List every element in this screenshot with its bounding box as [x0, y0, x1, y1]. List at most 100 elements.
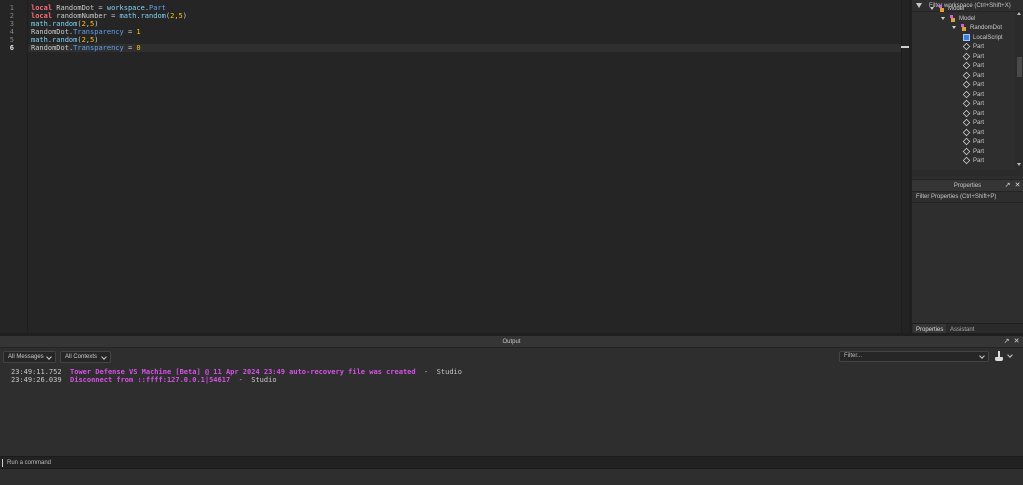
tree-item[interactable]: Part	[962, 99, 985, 109]
tree-item-label: Part	[973, 120, 985, 127]
tree-item[interactable]: LocalScript	[963, 33, 1003, 43]
tree-item-label: Part	[973, 91, 985, 98]
tree-item-label: Part	[973, 53, 985, 60]
expand-caret-icon[interactable]	[952, 26, 956, 29]
tree-item[interactable]: Model	[930, 5, 964, 14]
tree-item[interactable]: Part	[962, 156, 984, 166]
code-area[interactable]: local RandomDot = workspace.Part local ra…	[28, 4, 903, 52]
tree-item-label: Part	[973, 63, 985, 70]
tree-item[interactable]: Part	[962, 80, 984, 90]
tree-item[interactable]: Part	[962, 71, 985, 81]
log-timestamp: 23:49:26.039	[11, 376, 62, 384]
messages-filter-dropdown[interactable]: All Messages	[3, 351, 56, 363]
code-token: Part	[149, 4, 166, 12]
code-token: Transparency	[73, 28, 124, 36]
tree-item-label: Part	[973, 110, 985, 117]
part-icon	[962, 71, 971, 79]
output-filter-placeholder: Filter...	[844, 353, 863, 359]
log-entry[interactable]: 23:49:26.039 Disconnect from ::ffff:127.…	[11, 376, 1011, 384]
contexts-filter-dropdown[interactable]: All Contexts	[60, 351, 111, 363]
tree-item[interactable]: Part	[962, 128, 984, 138]
line-number: 5	[9, 36, 14, 44]
tree-item[interactable]: Part	[962, 118, 985, 128]
editor-scrollbar[interactable]	[901, 0, 909, 333]
scroll-up-icon[interactable]	[1017, 12, 1021, 15]
close-icon[interactable]: ✕	[1014, 182, 1021, 189]
messages-filter-value: All Messages	[8, 354, 44, 360]
part-icon	[962, 156, 971, 165]
clear-output-button[interactable]	[993, 351, 1005, 362]
tree-item[interactable]: Part	[962, 109, 985, 119]
output-filter-input[interactable]: Filter...	[839, 351, 989, 362]
tree-item[interactable]: Part	[962, 52, 985, 62]
output-log: 23:49:11.752 Tower Defense VS Machine [B…	[11, 368, 1011, 384]
log-source: Studio	[436, 368, 462, 376]
code-line[interactable]: RandomDot.Transparency = 0	[28, 44, 903, 52]
tree-item[interactable]: Part	[962, 61, 985, 71]
tree-item-label: Model	[948, 6, 965, 13]
line-number: 4	[9, 28, 14, 36]
float-window-icon[interactable]: ↗	[1003, 338, 1010, 345]
line-number: 1	[9, 4, 14, 12]
part-icon	[962, 109, 971, 117]
part-icon	[962, 128, 971, 136]
part-icon	[962, 99, 971, 108]
code-token: math.random	[31, 20, 78, 28]
float-window-icon[interactable]: ↗	[1004, 182, 1011, 189]
code-token: randomNumber =	[52, 12, 120, 20]
properties-filter-input[interactable]: Filter Properties (Ctrl+Shift+P)	[912, 192, 1023, 203]
scroll-down-icon[interactable]	[1017, 163, 1021, 166]
part-icon	[962, 118, 971, 127]
tree-item-label: Part	[973, 72, 985, 79]
line-number: 2	[9, 12, 14, 20]
part-icon	[962, 137, 971, 146]
code-line[interactable]: local RandomDot = workspace.Part	[31, 4, 901, 12]
code-token: local	[31, 12, 53, 20]
code-token: RandomDot =	[52, 4, 107, 12]
tree-item[interactable]: RandomDot	[952, 24, 1002, 33]
tree-item-label: Part	[973, 44, 985, 51]
properties-header: Properties ↗ ✕	[912, 180, 1023, 192]
expand-caret-icon[interactable]	[930, 7, 934, 10]
tree-item-label: RandomDot	[970, 25, 1003, 32]
code-line[interactable]: local randomNumber = math.random(2,5)	[31, 12, 901, 20]
log-entry[interactable]: 23:49:11.752 Tower Defense VS Machine [B…	[11, 368, 1011, 376]
code-token: 1	[136, 28, 141, 36]
model-icon	[938, 5, 945, 12]
part-icon	[962, 52, 971, 60]
tree-item[interactable]: Part	[962, 42, 985, 52]
code-token: )	[94, 36, 99, 44]
properties-title: Properties	[953, 183, 982, 189]
tree-item[interactable]: Part	[962, 147, 984, 157]
explorer-scroll-thumb[interactable]	[1017, 57, 1022, 77]
code-token: )	[94, 20, 99, 28]
code-line[interactable]: math.random(2,5)	[31, 20, 901, 28]
properties-filter-placeholder: Filter Properties (Ctrl+Shift+P)	[916, 194, 997, 200]
contexts-filter-value: All Contexts	[65, 354, 98, 360]
part-icon	[962, 90, 971, 98]
output-panel: Output ↗ ✕ All Messages All Contexts Fil…	[0, 336, 1023, 456]
explorer-horizontal-scrollbar[interactable]	[912, 170, 1023, 176]
log-message: Disconnect from ::ffff:127.0.0.1|54617	[70, 376, 231, 384]
line-number-gutter: 123456	[0, 0, 28, 333]
script-icon	[963, 33, 970, 41]
command-bar-input[interactable]: Run a command	[0, 456, 1023, 469]
tree-item[interactable]: Part	[962, 137, 984, 147]
close-icon[interactable]: ✕	[1013, 338, 1020, 345]
code-token: 0	[136, 44, 141, 52]
log-source: Studio	[251, 376, 277, 384]
script-editor[interactable]: 123456 local RandomDot = workspace.Part l…	[0, 0, 909, 333]
tree-item[interactable]: Part	[962, 90, 985, 100]
tree-item[interactable]: Model	[941, 14, 975, 24]
chevron-down-icon	[46, 354, 52, 360]
line-number: 6	[9, 44, 14, 52]
explorer-scrollbar[interactable]	[1015, 12, 1023, 170]
code-line[interactable]: RandomDot.Transparency = 1	[31, 28, 901, 36]
expand-caret-icon[interactable]	[941, 16, 945, 20]
tree-item-label: Part	[973, 101, 985, 108]
part-icon	[962, 61, 971, 70]
log-timestamp: 23:49:11.752	[11, 368, 62, 376]
explorer-panel: Filter workspace (Ctrl+Shift+X) Model Mod…	[912, 0, 1023, 176]
code-line[interactable]: math.random(2,5)	[31, 36, 901, 44]
explorer-filter-input[interactable]: Filter workspace (Ctrl+Shift+X)	[912, 0, 1023, 12]
